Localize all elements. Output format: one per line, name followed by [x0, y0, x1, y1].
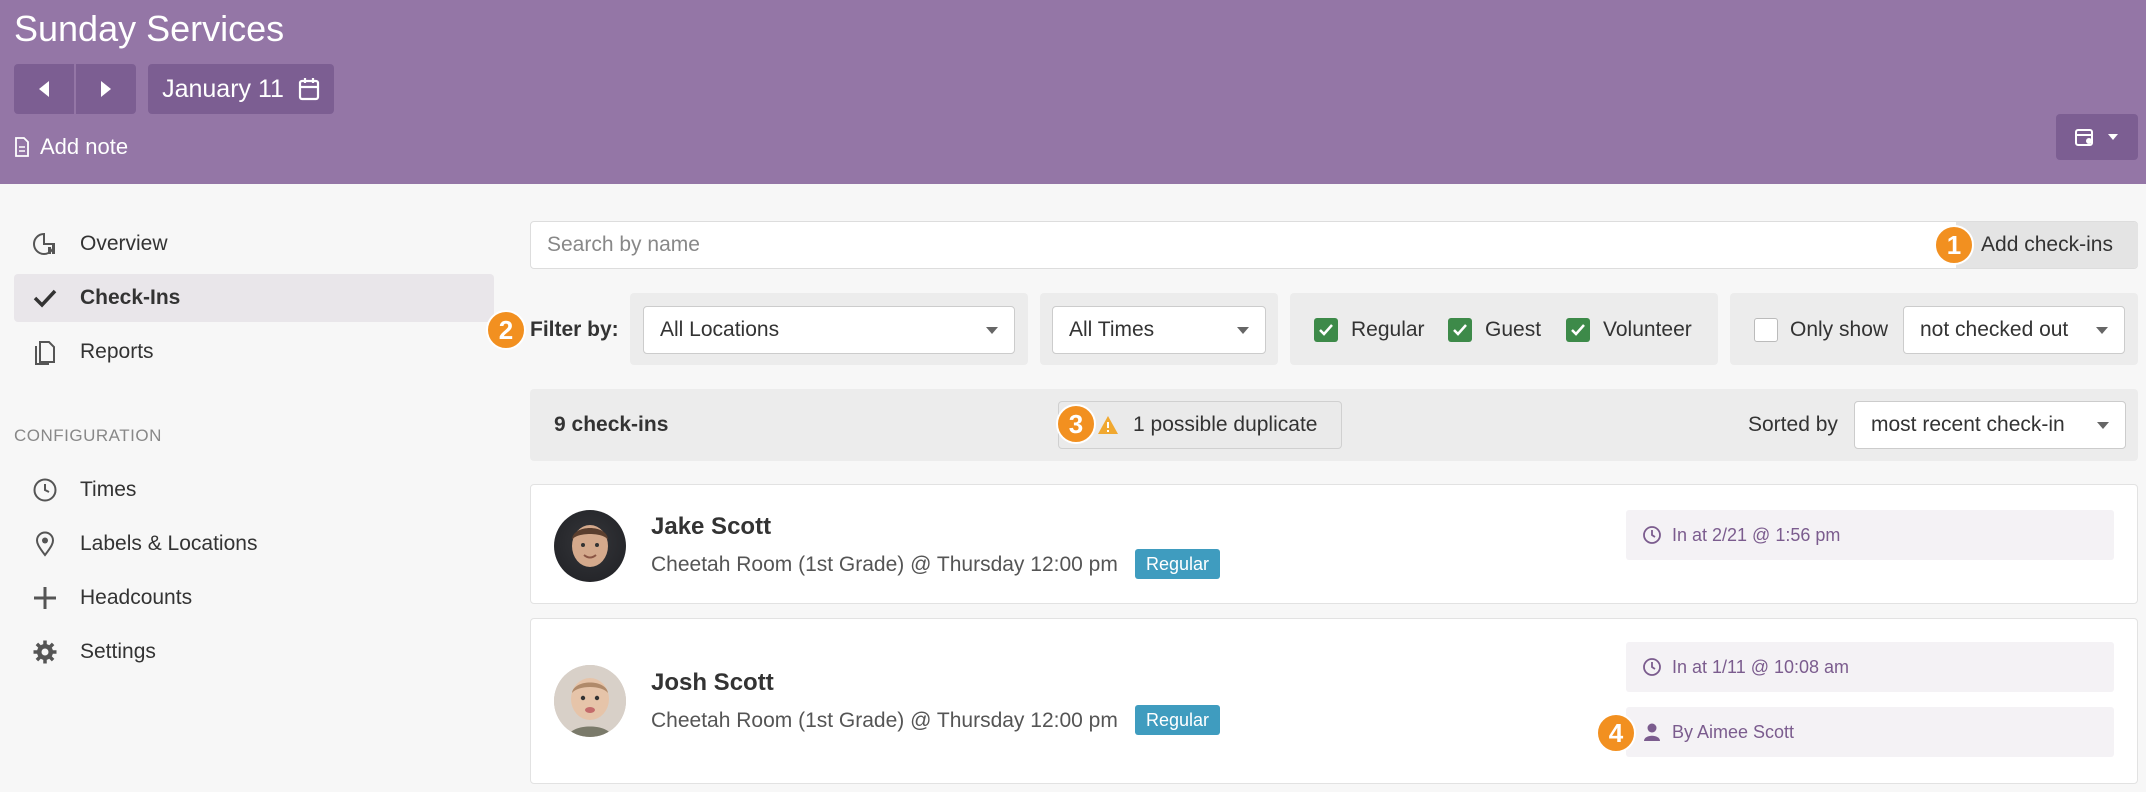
- sidebar-item-settings[interactable]: Settings: [14, 628, 494, 676]
- calendar-icon: [298, 78, 320, 101]
- configuration-heading: CONFIGURATION: [14, 426, 162, 445]
- clock-icon: [32, 477, 58, 503]
- sidebar-item-times[interactable]: Times: [14, 466, 494, 514]
- possible-duplicate-label: 1 possible duplicate: [1133, 413, 1318, 436]
- location-select-value: All Locations: [660, 318, 780, 341]
- chevron-down-icon: [2108, 134, 2118, 140]
- caret-left-icon: [39, 81, 49, 97]
- time-select-value: All Times: [1069, 318, 1155, 341]
- sidebar-item-label: Labels & Locations: [80, 532, 258, 555]
- check-in-time-label: In at 1/11 @ 10:08 am: [1672, 656, 1850, 677]
- sort-select-value: most recent check-in: [1871, 413, 2065, 436]
- status-badge: Regular: [1135, 705, 1221, 735]
- note-icon: [14, 137, 30, 157]
- warning-icon: [1097, 415, 1119, 435]
- search-box: [530, 221, 2138, 269]
- volunteer-checkbox[interactable]: [1566, 318, 1590, 342]
- filter-label: Filter by:: [530, 318, 619, 341]
- check-ins-count: 9 check-ins: [554, 413, 669, 436]
- only-show-select[interactable]: not checked out: [1903, 306, 2125, 354]
- checked-in-by-label: By Aimee Scott: [1672, 721, 1795, 742]
- location-select[interactable]: All Locations: [643, 306, 1015, 354]
- checkmark-icon: [1319, 324, 1333, 336]
- person-name[interactable]: Josh Scott: [651, 669, 774, 697]
- chart-pie-icon: [32, 231, 58, 257]
- chevron-down-icon: [2096, 327, 2108, 334]
- checkmark-icon: [1571, 324, 1585, 336]
- sidebar-item-reports[interactable]: Reports: [14, 328, 494, 376]
- callout-badge-1: 1: [1934, 225, 1974, 265]
- sidebar-item-headcounts[interactable]: Headcounts: [14, 574, 494, 622]
- clock-icon: [1642, 657, 1662, 677]
- sort-select[interactable]: most recent check-in: [1854, 401, 2126, 449]
- current-date: January 11: [162, 74, 284, 103]
- time-select[interactable]: All Times: [1052, 306, 1266, 354]
- plus-icon: [32, 585, 58, 611]
- sidebar-item-label: Times: [80, 478, 137, 501]
- clock-icon: [1642, 525, 1662, 545]
- previous-date-button[interactable]: [14, 64, 74, 114]
- caret-right-icon: [101, 81, 111, 97]
- regular-label: Regular: [1351, 318, 1425, 341]
- add-check-ins-button[interactable]: Add check-ins: [1956, 222, 2138, 268]
- callout-badge-2: 2: [486, 310, 526, 350]
- sidebar-item-label: Reports: [80, 340, 154, 363]
- date-picker-button[interactable]: January 11: [148, 64, 334, 114]
- chevron-down-icon: [986, 327, 998, 334]
- chevron-down-icon: [2097, 422, 2109, 429]
- volunteer-label: Volunteer: [1603, 318, 1692, 341]
- sidebar-item-overview[interactable]: Overview: [14, 220, 494, 268]
- sidebar-item-labels-locations[interactable]: Labels & Locations: [14, 520, 494, 568]
- chevron-down-icon: [1237, 327, 1249, 334]
- person-name[interactable]: Jake Scott: [651, 513, 771, 541]
- sidebar-item-label: Settings: [80, 640, 156, 663]
- check-in-time: In at 2/21 @ 1:56 pm: [1626, 510, 2114, 560]
- sidebar-item-label: Overview: [80, 232, 168, 255]
- page-header: Sunday Services January 11 Add note: [0, 0, 2146, 184]
- callout-badge-4: 4: [1596, 713, 1636, 753]
- status-badge: Regular: [1135, 549, 1221, 579]
- possible-duplicate-button[interactable]: 1 possible duplicate: [1058, 401, 1342, 449]
- add-note-label: Add note: [40, 134, 129, 159]
- sorted-by-label: Sorted by: [1748, 413, 1838, 436]
- only-show-select-value: not checked out: [1920, 318, 2069, 341]
- search-input[interactable]: [531, 222, 1931, 268]
- check-in-time-label: In at 2/21 @ 1:56 pm: [1672, 524, 1841, 545]
- check-in-time: In at 1/11 @ 10:08 am: [1626, 642, 2114, 692]
- checkmark-icon: [1453, 324, 1467, 336]
- avatar: [554, 665, 626, 737]
- guest-label: Guest: [1485, 318, 1542, 341]
- sidebar-item-label: Headcounts: [80, 586, 193, 609]
- only-show-label: Only show: [1790, 318, 1889, 341]
- sidebar-item-check-ins[interactable]: Check-Ins: [14, 274, 494, 322]
- map-pin-icon: [32, 531, 58, 557]
- sidebar-item-label: Check-Ins: [80, 286, 181, 309]
- calendar-options-button[interactable]: [2056, 114, 2138, 160]
- next-date-button[interactable]: [76, 64, 136, 114]
- checked-in-by: By Aimee Scott: [1626, 707, 2114, 757]
- callout-badge-3: 3: [1056, 404, 1096, 444]
- add-note-link[interactable]: Add note: [14, 134, 128, 160]
- person-location: Cheetah Room (1st Grade) @ Thursday 12:0…: [651, 553, 1118, 576]
- person-location: Cheetah Room (1st Grade) @ Thursday 12:0…: [651, 709, 1118, 732]
- only-show-checkbox[interactable]: [1754, 318, 1778, 342]
- checkmark-icon: [32, 285, 58, 311]
- guest-checkbox[interactable]: [1448, 318, 1472, 342]
- gear-icon: [32, 639, 58, 665]
- page-title: Sunday Services: [14, 8, 285, 49]
- documents-icon: [32, 339, 58, 365]
- regular-checkbox[interactable]: [1314, 318, 1338, 342]
- calendar-settings-icon: [2075, 129, 2093, 146]
- avatar: [554, 510, 626, 582]
- person-icon: [1642, 722, 1662, 742]
